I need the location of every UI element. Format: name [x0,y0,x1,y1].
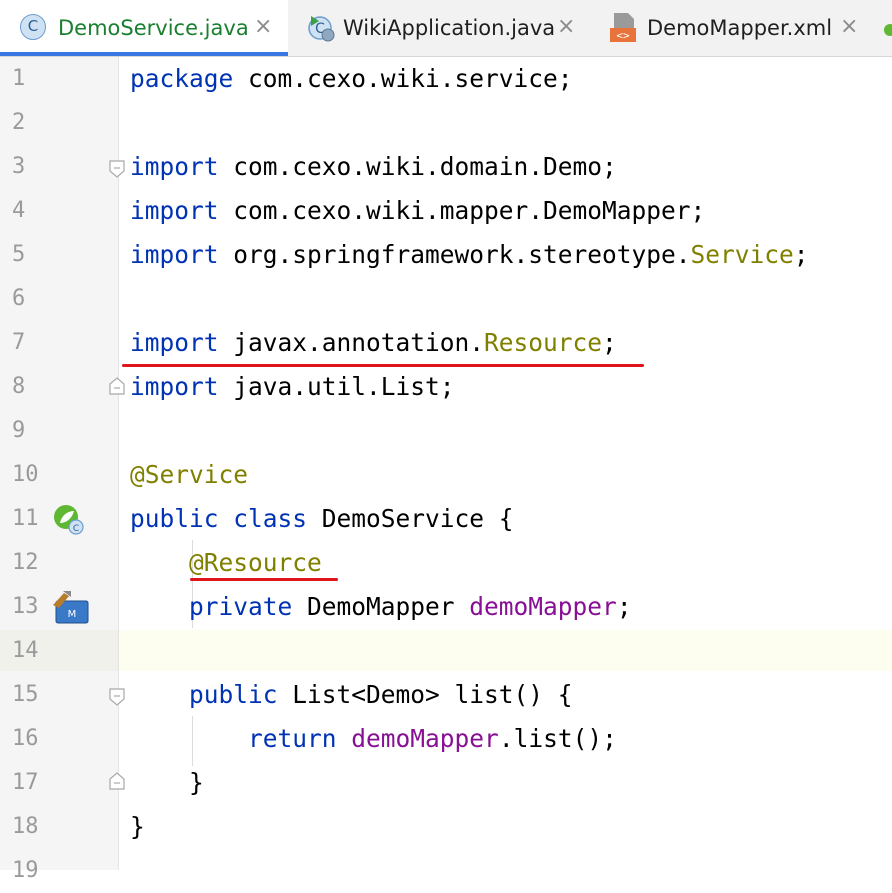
line-number: 19 [12,858,39,883]
fold-start-icon[interactable] [108,688,126,706]
code-line-8[interactable]: import java.util.List; [130,365,455,409]
line-number: 4 [12,198,26,223]
code-text: } [130,812,145,841]
annotation: @Resource [189,548,322,577]
code-line-11[interactable]: public class DemoService { [130,497,514,541]
line-number: 14 [12,638,39,663]
line-number: 12 [12,550,39,575]
annotation: @Service [130,460,249,489]
line-number: 5 [12,242,26,267]
field-name: demoMapper [351,724,499,753]
code-line-17[interactable]: } [130,761,204,805]
code-text: ; [602,328,617,357]
line-number: 13 [12,594,39,619]
field-name: demoMapper [469,592,617,621]
line-number: 6 [12,286,26,311]
code-line-4[interactable]: import com.cexo.wiki.mapper.DemoMapper; [130,189,705,233]
code-line-16[interactable]: return demoMapper.list(); [130,717,617,761]
active-tab-indicator [0,52,288,56]
annotation-class: Resource [484,328,603,357]
keyword: public [189,680,278,709]
keyword: import [130,240,219,269]
current-line-highlight [119,630,892,671]
line-number: 7 [12,330,26,355]
close-tab-icon[interactable]: × [840,14,858,40]
line-number: 18 [12,814,39,839]
tab-label: DemoService.java [58,16,249,40]
keyword: public [130,504,219,533]
keyword: import [130,372,219,401]
code-line-3[interactable]: import com.cexo.wiki.domain.Demo; [130,145,617,189]
tab-wikiapplication-java[interactable]: C WikiApplication.java × [289,0,589,56]
code-text: ; [616,592,632,621]
keyword: import [130,152,219,181]
editor-tab-bar: C DemoService.java × C WikiApplication.j… [0,0,892,57]
code-text: DemoService { [307,504,514,533]
close-tab-icon[interactable]: × [254,14,272,40]
code-text: org.springframework.stereotype. [218,240,691,269]
line-number: 10 [12,462,39,487]
code-line-10[interactable]: @Service [130,453,248,497]
spring-boot-app-icon: C [307,14,335,42]
tab-label: WikiApplication.java [343,16,556,40]
code-text: com.cexo.wiki.mapper.DemoMapper; [218,196,706,225]
xml-file-icon: <> [608,12,636,42]
keyword: import [130,196,219,225]
tab-demomapper-xml[interactable]: <> DemoMapper.xml × [590,0,880,56]
keyword: private [189,592,293,621]
code-line-18[interactable]: } [130,805,145,849]
code-line-5[interactable]: import org.springframework.stereotype.Se… [130,233,809,277]
line-number: 11 [12,506,39,531]
line-number: 1 [12,66,26,91]
line-number: 16 [12,726,39,751]
annotation-class: Service [690,240,794,269]
code-text: javax.annotation. [218,328,485,357]
code-line-7[interactable]: import javax.annotation.Resource; [130,321,617,365]
code-text: List<Demo> list() { [277,680,573,709]
close-tab-icon[interactable]: × [557,14,575,40]
code-text: } [189,768,204,797]
line-number: 2 [12,110,26,135]
code-line-1[interactable]: package com.cexo.wiki.service; [130,57,573,101]
fold-start-icon[interactable] [108,160,126,178]
code-line-15[interactable]: public List<Demo> list() { [130,673,573,717]
gutter-divider [118,57,119,870]
mybatis-mapper-navigation-icon[interactable]: M [50,589,90,625]
code-text: com.cexo.wiki.domain.Demo; [218,152,617,181]
code-text: java.util.List; [218,372,455,401]
fold-end-icon[interactable] [108,377,126,395]
code-text: .list(); [498,724,617,753]
tab-demoservice-java[interactable]: C DemoService.java × [0,0,288,56]
code-line-13[interactable]: private DemoMapper demoMapper; [130,585,632,629]
code-text: ; [793,240,809,269]
keyword: class [233,504,308,533]
java-class-icon: C [20,14,46,40]
spring-bean-icon[interactable]: C [52,503,84,535]
keyword: return [248,724,337,753]
keyword: import [130,328,219,357]
svg-text:<>: <> [616,29,630,42]
line-number: 17 [12,770,39,795]
tab-label: DemoMapper.xml [647,16,833,40]
line-number: 15 [12,682,39,707]
line-number: 8 [12,374,26,399]
red-underline-mark [190,578,338,581]
svg-text:M: M [68,609,77,620]
line-number: 9 [12,418,26,443]
code-text: com.cexo.wiki.service; [233,64,573,93]
keyword: package [130,64,234,93]
code-text: DemoMapper [292,592,470,621]
fold-end-icon[interactable] [108,772,126,790]
svg-text:C: C [73,524,79,534]
line-number: 3 [12,154,26,179]
next-tab-icon[interactable] [884,24,892,36]
